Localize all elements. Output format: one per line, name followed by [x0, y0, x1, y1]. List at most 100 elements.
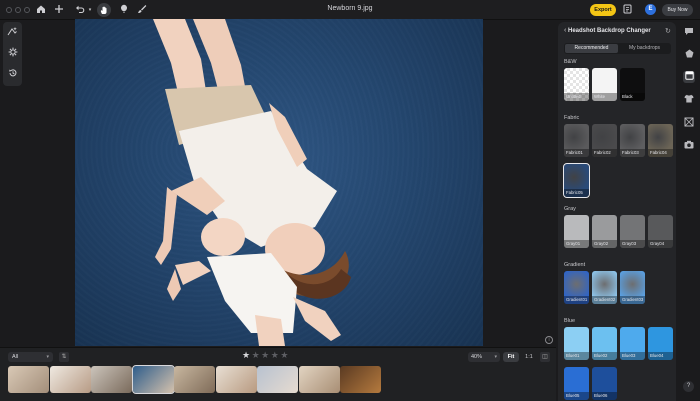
- backdrop-swatch[interactable]: Gray03: [620, 215, 645, 248]
- swatch-label: Blue05: [564, 392, 589, 400]
- swatch-label: Gray01: [564, 240, 589, 248]
- crop-icon[interactable]: [683, 117, 695, 129]
- swatch-label: White: [592, 93, 617, 101]
- section-label: Gray: [564, 206, 576, 212]
- backdrop-swatch[interactable]: Fabric02: [592, 124, 617, 157]
- thumbnail[interactable]: [91, 366, 132, 393]
- backdrop-panel: ‹ Headshot Backdrop Changer ↻ Recommende…: [558, 22, 676, 401]
- document-icon[interactable]: [621, 4, 633, 16]
- left-toolbar: [3, 22, 22, 86]
- swatch-label: Blue01: [564, 352, 589, 360]
- backdrop-swatch[interactable]: Blue06: [592, 367, 617, 400]
- tab-my-backdrops[interactable]: My backdrops: [619, 44, 670, 53]
- star-icon[interactable]: ★: [280, 350, 290, 360]
- backdrop-swatch[interactable]: Fabric04: [648, 124, 673, 157]
- swatch-label: Blue03: [620, 352, 645, 360]
- backdrop-swatch[interactable]: Blue05: [564, 367, 589, 400]
- tab-recommended[interactable]: Recommended: [565, 44, 618, 53]
- backdrop-swatch[interactable]: White: [592, 68, 617, 101]
- zoom-select[interactable]: 40% ▾: [468, 352, 500, 362]
- thumbnail[interactable]: [131, 365, 175, 394]
- swatch-label: Blue02: [592, 352, 617, 360]
- backdrop-swatch[interactable]: Gray01: [564, 215, 589, 248]
- section-label: Gradient: [564, 262, 586, 268]
- backdrop-swatch[interactable]: Fabric01: [564, 124, 589, 157]
- section-label: Fabric: [564, 115, 580, 121]
- backdrop-swatch[interactable]: Black: [620, 68, 645, 101]
- swatch-label: Fabric05: [564, 189, 589, 197]
- swatch-label: Fabric01: [564, 149, 589, 157]
- backdrop-swatch[interactable]: Gray04: [648, 215, 673, 248]
- swatch-label: Gray04: [648, 240, 673, 248]
- swatch-label: Gray03: [620, 240, 645, 248]
- section-label: Blue: [564, 318, 576, 324]
- photo-subjects: [153, 19, 351, 346]
- star-icon[interactable]: ★: [252, 350, 262, 360]
- adjust-icon[interactable]: [3, 26, 22, 40]
- history-icon[interactable]: [3, 68, 22, 82]
- backdrop-swatch[interactable]: Blue03: [620, 327, 645, 360]
- swatch-label: Gradient02: [592, 296, 617, 304]
- backdrop-swatch[interactable]: Gradient02: [592, 271, 617, 304]
- panel-title: Headshot Backdrop Changer: [568, 28, 651, 34]
- star-icon[interactable]: ★: [271, 350, 281, 360]
- star-icon[interactable]: ★: [261, 350, 271, 360]
- swatch-label: Blue04: [648, 352, 673, 360]
- one-to-one-button[interactable]: 1:1: [521, 352, 537, 362]
- thumbnail[interactable]: [8, 366, 49, 393]
- swatch-label: Gradient01: [564, 296, 589, 304]
- shape-icon[interactable]: [683, 49, 695, 61]
- chevron-down-icon: ▾: [46, 354, 49, 360]
- backdrop-swatch[interactable]: Gradient01: [564, 271, 589, 304]
- swatch-label: Gray02: [592, 240, 617, 248]
- backdrop-swatch[interactable]: Fabric05: [563, 163, 590, 198]
- chevron-down-icon: ▾: [494, 354, 497, 360]
- chat-icon[interactable]: [683, 27, 695, 39]
- camera-icon[interactable]: [683, 140, 695, 152]
- thumbnail[interactable]: [174, 366, 215, 393]
- fit-button[interactable]: Fit: [503, 352, 519, 362]
- zoom-value: 40%: [471, 354, 483, 360]
- toggle-panel-icon[interactable]: ◫: [540, 352, 550, 362]
- thumbnail[interactable]: [298, 366, 340, 393]
- backdrop-swatch[interactable]: Gray02: [592, 215, 617, 248]
- swatch-label: Fabric03: [620, 149, 645, 157]
- backdrop-swatch[interactable]: Gradient03: [620, 271, 645, 304]
- filter-value: All: [12, 354, 19, 360]
- sort-icon[interactable]: ⇅: [59, 352, 69, 362]
- shirt-icon[interactable]: [683, 94, 695, 106]
- panel-tabs: Recommended My backdrops: [564, 43, 671, 54]
- thumbnail[interactable]: [340, 366, 381, 393]
- thumbnail[interactable]: [215, 366, 257, 393]
- swatch-label: Fabric04: [648, 149, 673, 157]
- star-icon[interactable]: ★: [242, 350, 252, 360]
- back-chevron-icon[interactable]: ‹: [564, 27, 566, 34]
- swatch-label: Black: [620, 93, 645, 101]
- title-bar: ▾ Newborn 9.jpg Export E Buy Now: [0, 0, 700, 20]
- buy-now-button[interactable]: Buy Now: [662, 4, 693, 16]
- thumbnail[interactable]: [49, 366, 91, 393]
- backdrop-swatch[interactable]: Blue04: [648, 327, 673, 360]
- export-button[interactable]: Export: [590, 4, 616, 16]
- photo-canvas[interactable]: [75, 19, 483, 346]
- reset-icon[interactable]: ↻: [665, 27, 671, 35]
- backdrop-swatch[interactable]: Blue01: [564, 327, 589, 360]
- gear-icon[interactable]: [3, 47, 22, 61]
- app-window: ▾ Newborn 9.jpg Export E Buy Now i All ▾…: [0, 0, 700, 401]
- filmstrip-bar: All ▾ ⇅ ★★★★★ 40% ▾ Fit 1:1 ◫: [0, 347, 556, 401]
- rating-stars[interactable]: ★★★★★: [242, 350, 290, 361]
- swatch-label: Untitled: [564, 93, 589, 101]
- avatar[interactable]: E: [645, 4, 656, 15]
- help-button[interactable]: ?: [683, 381, 694, 392]
- backdrop-swatch[interactable]: Untitled: [564, 68, 589, 101]
- swatch-label: Blue06: [592, 392, 617, 400]
- swatch-label: Gradient03: [620, 296, 645, 304]
- filter-select[interactable]: All ▾: [8, 352, 53, 362]
- swatch-label: Fabric02: [592, 149, 617, 157]
- backdrop-swatch[interactable]: Fabric03: [620, 124, 645, 157]
- backdrop-swatch[interactable]: Blue02: [592, 327, 617, 360]
- thumbnail[interactable]: [257, 366, 298, 393]
- section-label: B&W: [564, 59, 577, 65]
- backdrop-tool-icon[interactable]: [683, 71, 695, 83]
- info-icon[interactable]: i: [545, 336, 553, 344]
